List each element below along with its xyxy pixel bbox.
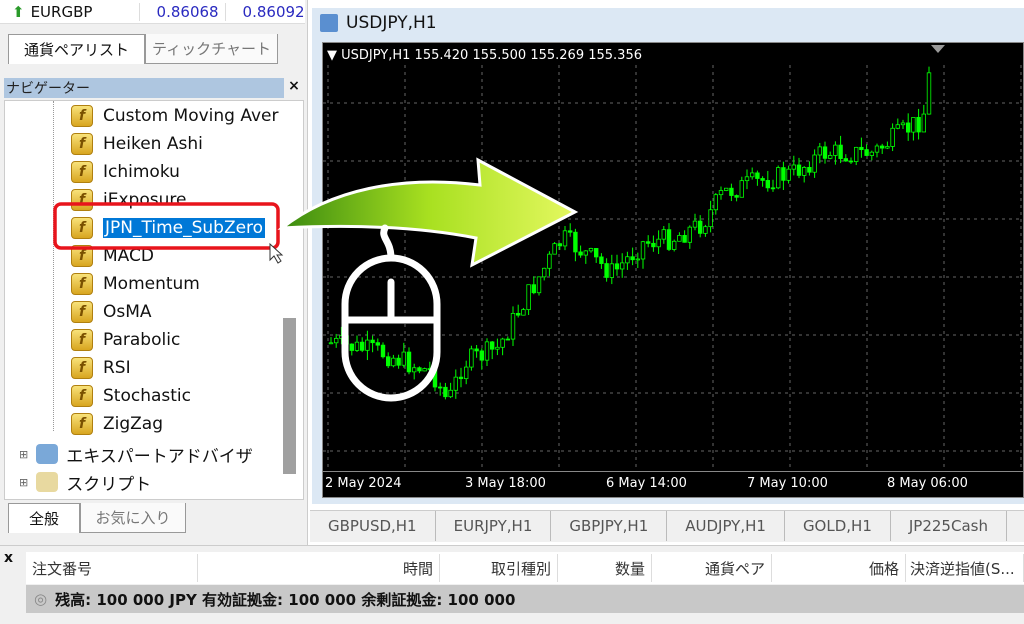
- highlight-box: [53, 202, 280, 250]
- mouse-icon: [341, 224, 441, 402]
- arrow-icon: [277, 157, 579, 268]
- overlay: [53, 157, 579, 402]
